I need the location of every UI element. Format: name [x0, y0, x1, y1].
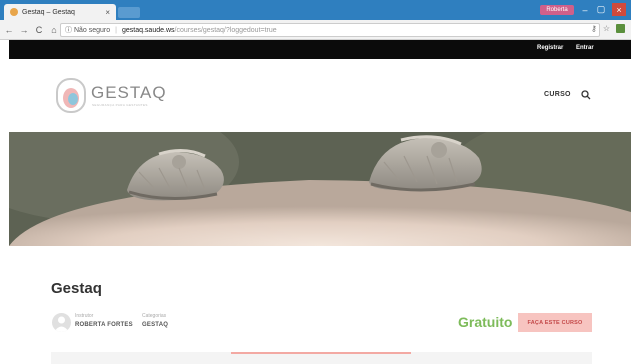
url-host: gestaq.saude.ws — [121, 26, 175, 34]
browser-titlebar: Gestaq – Gestaq × Roberta – ▢ × — [0, 0, 631, 20]
site-header: GESTAQ SEGURANÇA PARA GESTANTES CURSO — [9, 59, 631, 132]
browser-tab[interactable]: Gestaq – Gestaq × — [4, 4, 116, 20]
register-link[interactable]: Registrar — [537, 45, 563, 51]
minimize-icon[interactable]: – — [578, 3, 592, 16]
site-topbar: Registrar Entrar — [9, 40, 631, 59]
new-tab-button[interactable] — [118, 7, 140, 18]
forward-icon[interactable]: → — [18, 25, 30, 35]
reload-icon[interactable]: C — [33, 25, 45, 35]
address-bar-row: ← → C ⌂ ⓘ Não seguro | gestaq.saude.ws /… — [0, 20, 631, 40]
tab-close-icon[interactable]: × — [105, 8, 110, 17]
avatar[interactable] — [52, 313, 71, 332]
active-tab-indicator — [231, 352, 411, 354]
logo-icon[interactable] — [56, 78, 86, 113]
hero-banner-image — [9, 132, 631, 246]
search-icon[interactable] — [581, 90, 591, 100]
close-window-icon[interactable]: × — [612, 3, 626, 16]
home-icon[interactable]: ⌂ — [48, 25, 60, 35]
logo-text[interactable]: GESTAQ — [91, 83, 167, 103]
category-value[interactable]: GESTAQ — [142, 322, 168, 328]
favicon-icon — [10, 8, 18, 16]
take-course-button[interactable]: FAÇA ESTE CURSO — [518, 313, 592, 332]
course-section: Gestaq Instrutor ROBERTA FORTES Categori… — [9, 246, 631, 364]
address-bar-actions: ⚷ ☆ — [591, 24, 625, 33]
bookmark-star-icon[interactable]: ☆ — [603, 24, 610, 33]
category-label: Categorias — [142, 313, 167, 319]
logo-tagline: SEGURANÇA PARA GESTANTES — [92, 103, 148, 107]
back-icon[interactable]: ← — [3, 25, 15, 35]
url-input[interactable]: ⓘ Não seguro | gestaq.saude.ws /courses/… — [60, 23, 600, 37]
tab-title: Gestaq – Gestaq — [22, 8, 75, 16]
url-separator: | — [115, 26, 117, 34]
extension-icon[interactable] — [616, 24, 625, 33]
profile-badge[interactable]: Roberta — [540, 5, 574, 15]
course-title: Gestaq — [51, 280, 102, 297]
security-indicator[interactable]: ⓘ Não seguro — [65, 25, 110, 35]
url-path: /courses/gestaq/?loggedout=true — [174, 26, 277, 34]
instructor-name[interactable]: ROBERTA FORTES — [75, 322, 133, 328]
login-link[interactable]: Entrar — [576, 45, 594, 51]
nav-item-curso[interactable]: CURSO — [544, 91, 571, 98]
course-price: Gratuito — [458, 314, 513, 330]
instructor-label: Instrutor — [75, 313, 94, 319]
maximize-icon[interactable]: ▢ — [594, 3, 608, 16]
key-icon[interactable]: ⚷ — [591, 24, 597, 33]
